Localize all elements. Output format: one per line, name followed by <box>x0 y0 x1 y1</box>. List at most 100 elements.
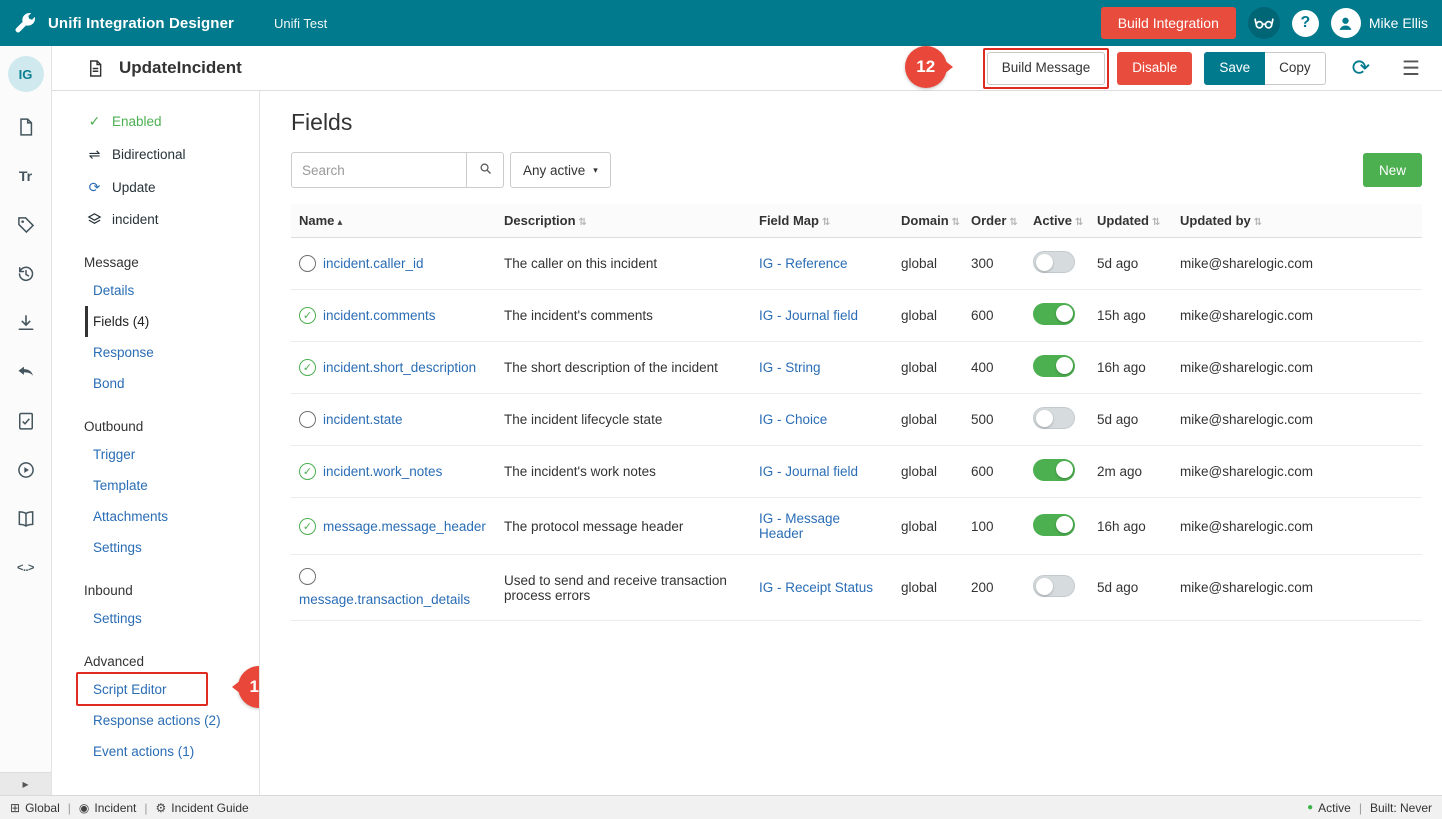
tag-icon[interactable] <box>14 214 38 236</box>
field-domain: global <box>893 394 963 446</box>
search-input[interactable] <box>291 152 467 188</box>
active-toggle[interactable] <box>1033 303 1075 325</box>
search-button[interactable] <box>467 152 504 188</box>
field-name-link[interactable]: message.transaction_details <box>299 592 470 607</box>
active-toggle[interactable] <box>1033 251 1075 273</box>
col-header-order[interactable]: Order⇅ <box>963 204 1025 238</box>
sidebar-item-inbound-settings[interactable]: Settings <box>52 603 259 634</box>
field-description: The incident's work notes <box>496 446 751 498</box>
table-row: incident.state The incident lifecycle st… <box>291 394 1422 446</box>
tasks-icon[interactable] <box>14 410 38 432</box>
col-header-field-map[interactable]: Field Map⇅ <box>751 204 893 238</box>
field-map-link[interactable]: IG - Journal field <box>759 308 858 323</box>
help-button[interactable]: ? <box>1292 10 1319 37</box>
refresh-button[interactable]: ⟳ <box>1348 55 1374 81</box>
sidebar-item-bond[interactable]: Bond <box>52 368 259 399</box>
sort-icon: ⇅ <box>952 217 960 228</box>
sidebar-section-advanced: Advanced Script Editor 13 Response actio… <box>52 644 259 767</box>
col-header-name[interactable]: Name▴ <box>291 204 496 238</box>
app-selector[interactable]: ◉ Incident <box>79 801 137 815</box>
copy-button[interactable]: Copy <box>1265 52 1326 85</box>
history-icon[interactable] <box>14 263 38 285</box>
sidebar-item-details[interactable]: Details <box>52 275 259 306</box>
build-integration-button[interactable]: Build Integration <box>1101 7 1236 39</box>
integration-avatar[interactable]: IG <box>8 56 44 92</box>
caret-down-icon: ▾ <box>593 165 598 176</box>
sidebar-item-fields[interactable]: Fields (4) <box>85 306 259 337</box>
active-toggle[interactable] <box>1033 575 1075 597</box>
field-domain: global <box>893 498 963 555</box>
module-selector[interactable]: ⚙ Incident Guide <box>156 801 249 815</box>
field-map-link[interactable]: IG - Choice <box>759 412 827 427</box>
field-name-link[interactable]: incident.comments <box>323 308 436 323</box>
field-name-link[interactable]: incident.caller_id <box>323 256 424 271</box>
field-name-link[interactable]: incident.work_notes <box>323 464 442 479</box>
active-toggle[interactable] <box>1033 459 1075 481</box>
field-map-link[interactable]: IG - Receipt Status <box>759 580 873 595</box>
field-name-link[interactable]: incident.short_description <box>323 360 476 375</box>
sidebar-item-template[interactable]: Template <box>52 470 259 501</box>
disable-button[interactable]: Disable <box>1117 52 1192 85</box>
field-map-link[interactable]: IG - Message Header <box>759 511 840 541</box>
fields-table-body: incident.caller_id The caller on this in… <box>291 238 1422 621</box>
sidebar-item-outbound-settings[interactable]: Settings <box>52 532 259 563</box>
rail-icon-list: Tr <..> <box>14 116 38 579</box>
field-map-link[interactable]: IG - String <box>759 360 821 375</box>
search-group <box>291 152 504 188</box>
col-header-domain[interactable]: Domain⇅ <box>893 204 963 238</box>
status-label: incident <box>112 212 159 227</box>
sidebar-item-response-actions[interactable]: Response actions (2) <box>52 705 259 736</box>
preview-button[interactable] <box>1248 7 1280 39</box>
user-menu[interactable]: Mike Ellis <box>1331 8 1428 38</box>
sidebar-item-trigger[interactable]: Trigger <box>52 439 259 470</box>
text-icon[interactable]: Tr <box>14 165 38 187</box>
field-updated: 5d ago <box>1089 394 1172 446</box>
collapse-sidebar-button[interactable]: ▸ <box>0 772 51 795</box>
col-header-description[interactable]: Description⇅ <box>496 204 751 238</box>
active-toggle[interactable] <box>1033 355 1075 377</box>
play-icon[interactable] <box>14 459 38 481</box>
sidebar-item-attachments[interactable]: Attachments <box>52 501 259 532</box>
book-icon[interactable] <box>14 508 38 530</box>
field-updated-by: mike@sharelogic.com <box>1172 342 1422 394</box>
integration-status: ● Active <box>1307 801 1351 815</box>
active-toggle[interactable] <box>1033 514 1075 536</box>
sidebar-item-response[interactable]: Response <box>52 337 259 368</box>
sort-icon: ⇅ <box>1254 217 1262 228</box>
active-toggle[interactable] <box>1033 407 1075 429</box>
scope-selector[interactable]: ⊞ Global <box>10 801 60 815</box>
sidebar-item-event-actions[interactable]: Event actions (1) <box>52 736 259 767</box>
field-map-link[interactable]: IG - Reference <box>759 256 848 271</box>
build-message-button[interactable]: Build Message <box>987 52 1106 85</box>
status-incident: incident <box>52 204 259 235</box>
field-name-link[interactable]: incident.state <box>323 412 403 427</box>
sort-icon: ⇅ <box>579 217 587 228</box>
search-icon <box>478 161 493 179</box>
sort-asc-icon: ▴ <box>337 217 342 228</box>
field-description: The incident lifecycle state <box>496 394 751 446</box>
file-icon[interactable] <box>14 116 38 138</box>
menu-button[interactable]: ☰ <box>1398 56 1424 81</box>
save-copy-group: Save Copy <box>1204 52 1325 85</box>
save-button[interactable]: Save <box>1204 52 1265 85</box>
col-header-updated-by[interactable]: Updated by⇅ <box>1172 204 1422 238</box>
field-name-link[interactable]: message.message_header <box>323 519 486 534</box>
sidebar-item-script-editor[interactable]: Script Editor 13 <box>52 674 259 705</box>
fields-toolbar: Any active ▾ New <box>291 152 1422 188</box>
topbar: Unifi Integration Designer Unifi Test Bu… <box>0 0 1442 46</box>
field-map-link[interactable]: IG - Journal field <box>759 464 858 479</box>
active-filter-dropdown[interactable]: Any active ▾ <box>510 152 611 188</box>
reply-icon[interactable] <box>14 361 38 383</box>
code-icon[interactable]: <..> <box>14 557 38 579</box>
refresh-icon: ⟳ <box>1352 55 1370 80</box>
field-updated-by: mike@sharelogic.com <box>1172 238 1422 290</box>
col-header-updated[interactable]: Updated⇅ <box>1089 204 1172 238</box>
separator: | <box>144 801 147 815</box>
hamburger-icon: ☰ <box>1402 58 1420 80</box>
table-row: message.message_header The protocol mess… <box>291 498 1422 555</box>
left-icon-rail: IG Tr <..> ▸ <box>0 46 52 795</box>
new-field-button[interactable]: New <box>1363 153 1422 187</box>
col-header-active[interactable]: Active⇅ <box>1025 204 1089 238</box>
field-updated-by: mike@sharelogic.com <box>1172 555 1422 621</box>
download-icon[interactable] <box>14 312 38 334</box>
